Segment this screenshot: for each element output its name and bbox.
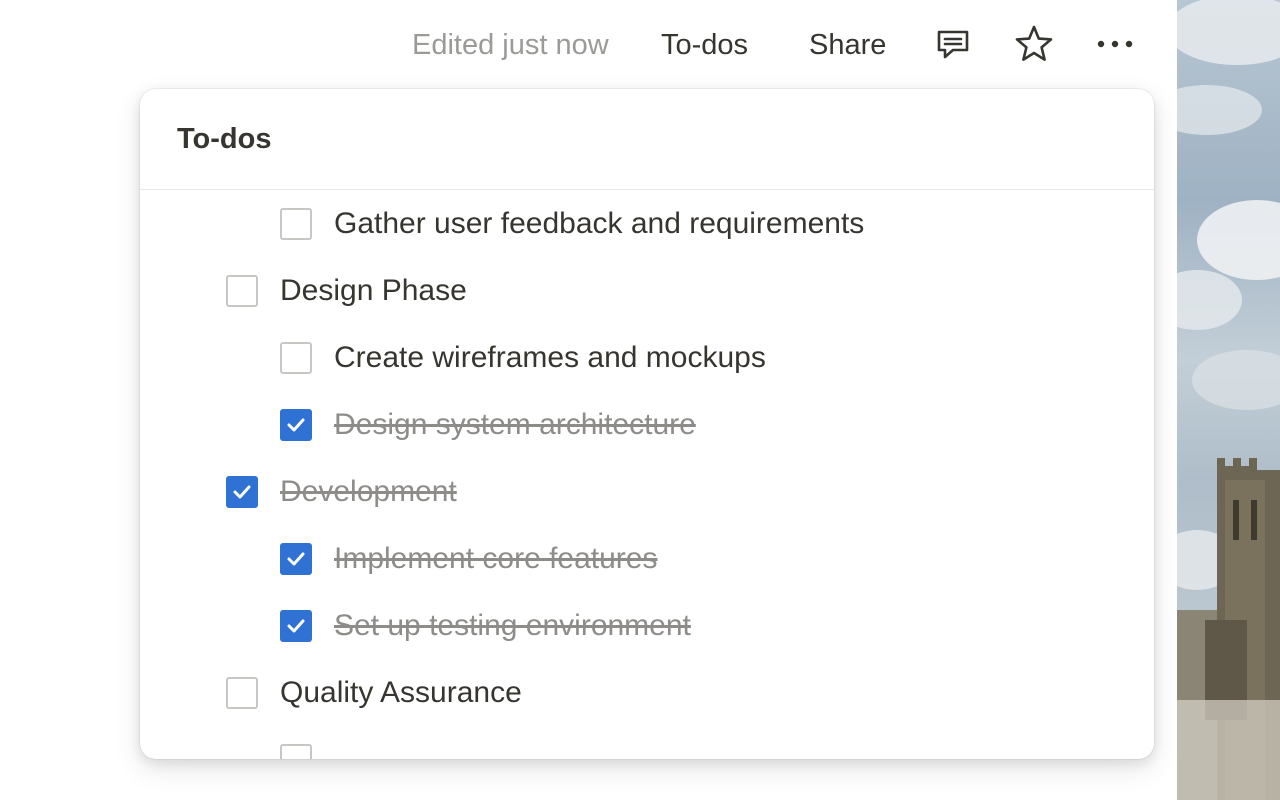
todo-item: Design system architecture [140,391,1154,458]
todo-label[interactable]: Design system architecture [334,408,696,442]
todo-item [140,726,1154,759]
panel-title: To-dos [177,123,272,155]
star-icon[interactable] [1012,22,1056,66]
todo-item: Design Phase [140,257,1154,324]
todo-label[interactable]: Development [280,475,457,509]
todo-item: Create wireframes and mockups [140,324,1154,391]
todo-checkbox[interactable] [280,408,312,441]
todo-item: Quality Assurance [140,659,1154,726]
todo-checkbox[interactable] [280,743,312,759]
todo-label[interactable]: Create wireframes and mockups [334,341,766,375]
todo-label[interactable]: Implement core features [334,542,657,576]
todo-item: Set up testing environment [140,592,1154,659]
todo-checkbox[interactable] [280,609,312,642]
todo-checkbox[interactable] [280,542,312,575]
todo-checkbox[interactable] [280,207,312,240]
todo-label[interactable]: Quality Assurance [280,676,522,710]
app-window: Edited just now To-dos Share To-dos Gath… [0,0,1280,800]
edited-status: Edited just now [412,29,609,61]
todo-list: Gather user feedback and requirements De… [140,190,1154,759]
top-bar: Edited just now To-dos Share [0,0,1177,90]
comment-icon[interactable] [931,22,975,66]
todo-checkbox[interactable] [226,676,258,709]
page-area: Edited just now To-dos Share To-dos Gath… [0,0,1177,800]
todo-item: Implement core features [140,525,1154,592]
todo-label[interactable]: Set up testing environment [334,609,691,643]
todo-checkbox[interactable] [226,274,258,307]
todo-label[interactable]: Design Phase [280,274,467,308]
share-button[interactable]: Share [809,28,886,62]
background-photo [1177,0,1280,800]
todo-item: Gather user feedback and requirements [140,190,1154,257]
panel-header: To-dos [140,89,1154,190]
todo-item: Development [140,458,1154,525]
todos-button[interactable]: To-dos [661,28,748,62]
todo-checkbox[interactable] [280,341,312,374]
todos-panel: To-dos Gather user feedback and requirem… [140,89,1154,759]
more-horizontal-icon[interactable] [1093,22,1137,66]
todo-checkbox[interactable] [226,475,258,508]
todo-label[interactable]: Gather user feedback and requirements [334,207,864,241]
